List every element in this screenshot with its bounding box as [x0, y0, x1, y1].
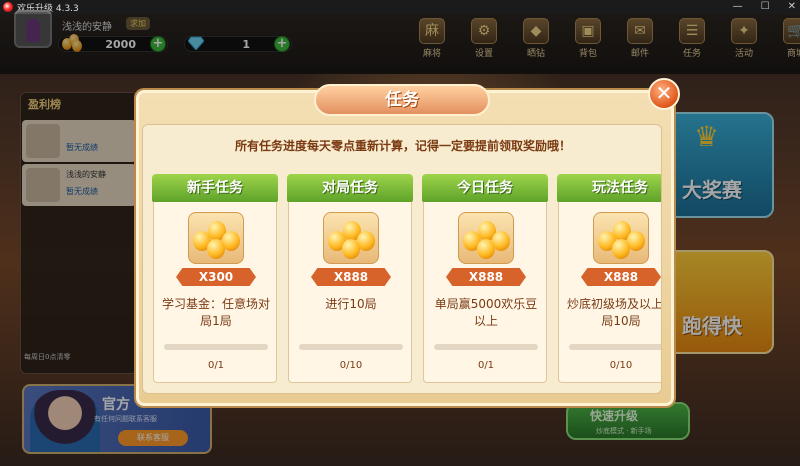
gold-beans-icon	[323, 212, 379, 264]
reward-amount: X888	[581, 268, 661, 286]
close-dialog-button[interactable]: ✕	[648, 78, 680, 110]
reward-amount: X888	[311, 268, 391, 286]
task-progress-bar	[164, 344, 268, 350]
task-description: 进行10局	[325, 297, 377, 311]
task-card-gameplay[interactable]: 玩法任务 X888 炒底初级场及以上对局10局 0/10	[557, 174, 662, 383]
task-progress-text: 0/1	[477, 360, 495, 371]
window-titlebar: 欢乐升级 4.3.3 — ☐ ✕	[0, 0, 800, 14]
task-description: 炒底初级场及以上对局10局	[566, 297, 662, 328]
task-progress-bar	[299, 344, 403, 350]
window-controls: — ☐ ✕	[733, 0, 796, 14]
gold-beans-icon	[458, 212, 514, 264]
gold-beans-icon	[593, 212, 649, 264]
task-card-match[interactable]: 对局任务 X888 进行10局 0/10	[287, 174, 413, 383]
reward-amount: X300	[176, 268, 256, 286]
reset-notice: 所有任务进度每天零点重新计算，记得一定要提前领取奖励哦！	[234, 139, 571, 153]
close-window-button[interactable]: ✕	[788, 0, 796, 14]
task-content: 所有任务进度每天零点重新计算，记得一定要提前领取奖励哦！ 新手任务 X300 学…	[142, 124, 662, 394]
dialog-title: 任务	[314, 84, 490, 116]
task-description: 单局赢5000欢乐豆以上	[434, 297, 538, 328]
task-progress-text: 0/10	[609, 360, 633, 371]
minimize-button[interactable]: —	[733, 0, 743, 14]
task-progress-text: 0/1	[207, 360, 225, 371]
task-header: 玩法任务	[557, 174, 661, 202]
app-icon	[3, 2, 13, 12]
task-progress-bar	[434, 344, 538, 350]
task-card-newbie[interactable]: 新手任务 X300 学习基金：任意场对局1局 0/1	[152, 174, 278, 383]
task-description: 学习基金：任意场对局1局	[161, 297, 270, 328]
reward-amount: X888	[446, 268, 526, 286]
gold-beans-icon	[188, 212, 244, 264]
task-progress-text: 0/10	[339, 360, 363, 371]
task-header: 今日任务	[422, 174, 548, 202]
task-header: 新手任务	[152, 174, 278, 202]
task-card-daily[interactable]: 今日任务 X888 单局赢5000欢乐豆以上 0/1	[422, 174, 548, 383]
task-header: 对局任务	[287, 174, 413, 202]
task-progress-bar	[569, 344, 661, 350]
maximize-button[interactable]: ☐	[761, 0, 770, 14]
